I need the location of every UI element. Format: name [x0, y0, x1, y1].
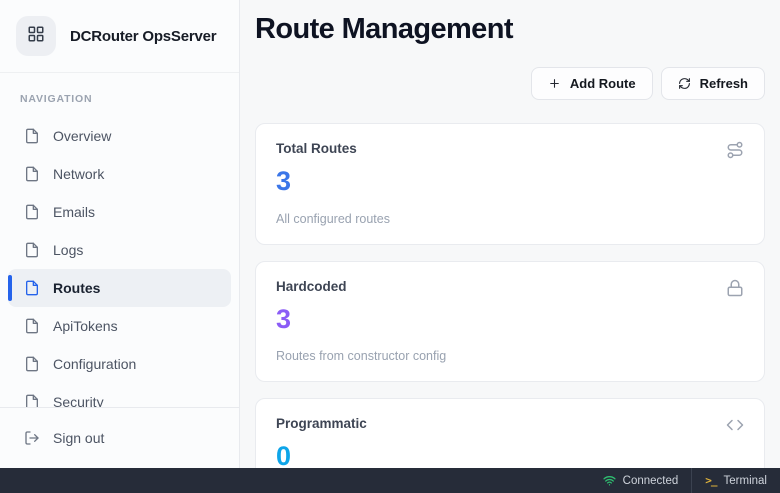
- code-icon: [726, 416, 744, 434]
- sidebar-item-label: Routes: [53, 280, 100, 296]
- main-content: Route Management Add Route Refresh Total…: [240, 0, 780, 468]
- app-window: DCRouter OpsServer NAVIGATION Overview N…: [0, 0, 780, 468]
- card-subtitle: Routes from constructor config: [276, 349, 744, 363]
- sidebar-nav: NAVIGATION Overview Network Emails Logs …: [0, 73, 239, 407]
- programmatic-card: Programmatic 0: [255, 398, 765, 468]
- sidebar-item-label: Network: [53, 166, 104, 182]
- hardcoded-card: Hardcoded 3 Routes from constructor conf…: [255, 261, 765, 383]
- file-icon: [24, 318, 40, 334]
- sidebar-footer: Sign out: [0, 407, 239, 468]
- terminal-button[interactable]: >_ Terminal: [691, 468, 780, 493]
- page-title: Route Management: [255, 13, 765, 46]
- file-icon: [24, 242, 40, 258]
- terminal-icon: >_: [705, 474, 716, 487]
- lock-icon: [726, 279, 744, 297]
- sidebar-item-overview[interactable]: Overview: [8, 117, 231, 155]
- sidebar-item-routes[interactable]: Routes: [8, 269, 231, 307]
- sidebar-item-label: Overview: [53, 128, 111, 144]
- logout-icon: [24, 430, 40, 446]
- total-routes-card: Total Routes 3 All configured routes: [255, 123, 765, 245]
- refresh-label: Refresh: [700, 76, 748, 91]
- connection-label: Connected: [623, 475, 679, 487]
- sidebar-item-label: Security: [53, 394, 104, 407]
- file-icon: [24, 128, 40, 144]
- wifi-icon: [603, 474, 616, 487]
- file-icon: [24, 204, 40, 220]
- file-icon: [24, 356, 40, 372]
- sign-out-label: Sign out: [53, 430, 104, 446]
- sidebar-item-label: Emails: [53, 204, 95, 220]
- card-value: 3: [276, 167, 744, 197]
- sidebar-item-security[interactable]: Security: [8, 383, 231, 407]
- sidebar-item-apitokens[interactable]: ApiTokens: [8, 307, 231, 345]
- grid-icon: [27, 25, 45, 48]
- card-value: 3: [276, 305, 744, 335]
- file-icon: [24, 394, 40, 407]
- terminal-label: Terminal: [724, 475, 767, 487]
- refresh-icon: [678, 77, 691, 90]
- status-bar: Connected >_ Terminal: [0, 468, 780, 493]
- card-title: Programmatic: [276, 416, 367, 431]
- sidebar-header: DCRouter OpsServer: [0, 0, 239, 73]
- sidebar-item-emails[interactable]: Emails: [8, 193, 231, 231]
- card-subtitle: All configured routes: [276, 212, 744, 226]
- sign-out-button[interactable]: Sign out: [8, 419, 231, 457]
- add-route-button[interactable]: Add Route: [531, 67, 653, 100]
- sidebar: DCRouter OpsServer NAVIGATION Overview N…: [0, 0, 240, 468]
- route-icon: [726, 141, 744, 159]
- sidebar-item-label: Logs: [53, 242, 83, 258]
- app-title: DCRouter OpsServer: [70, 28, 216, 45]
- sidebar-item-label: ApiTokens: [53, 318, 118, 334]
- refresh-button[interactable]: Refresh: [661, 67, 765, 100]
- add-route-label: Add Route: [570, 76, 636, 91]
- file-icon: [24, 280, 40, 296]
- connection-status: Connected: [590, 468, 692, 493]
- toolbar: Add Route Refresh: [255, 67, 765, 100]
- card-title: Hardcoded: [276, 279, 347, 294]
- plus-icon: [548, 77, 561, 90]
- sidebar-item-logs[interactable]: Logs: [8, 231, 231, 269]
- file-icon: [24, 166, 40, 182]
- app-logo: [16, 16, 56, 56]
- sidebar-item-label: Configuration: [53, 356, 136, 372]
- card-value: 0: [276, 442, 744, 468]
- nav-section-label: NAVIGATION: [20, 93, 239, 105]
- sidebar-item-network[interactable]: Network: [8, 155, 231, 193]
- sidebar-item-configuration[interactable]: Configuration: [8, 345, 231, 383]
- card-title: Total Routes: [276, 141, 357, 156]
- stat-cards: Total Routes 3 All configured routes Har…: [255, 123, 765, 468]
